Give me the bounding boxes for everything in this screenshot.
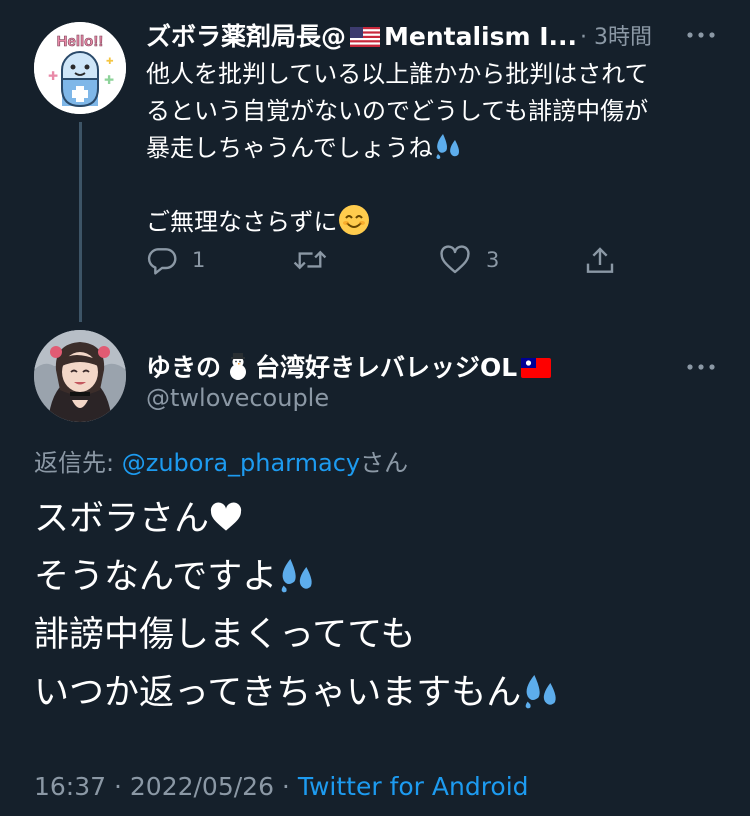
sweat-droplets-icon [525, 675, 556, 709]
avatar-hello-text: Hello!! [57, 33, 104, 50]
pill-mascot-image: Hello!! ✚ ✚ ✚ [34, 22, 126, 114]
replying-to-label: 返信先: [34, 449, 122, 477]
svg-text:✚: ✚ [106, 57, 114, 67]
like-count: 3 [486, 248, 500, 272]
reply-display-name-suffix: 台湾好きレバレッジOL [255, 353, 518, 382]
replying-to: 返信先: @zubora_pharmacyさん [34, 443, 408, 478]
smiling-face-icon [338, 205, 369, 235]
svg-text:✚: ✚ [104, 73, 114, 87]
parent-display-name[interactable]: ズボラ薬剤局長@ Mentalism I... [146, 17, 577, 53]
parent-text-line: 他人を批判している以上誰かから批判はされて [146, 60, 649, 88]
tweet-date[interactable]: 2022/05/26 [130, 772, 274, 801]
parent-tweet-text: 他人を批判している以上誰かから批判はされて るという自覚がないのでどうしても誹謗… [146, 56, 726, 241]
reply-display-name[interactable]: ゆきの 台湾好きレバレッジOL [146, 348, 555, 384]
reply-tweet-text: スボラさん そうなんですよ 誹謗中傷しまくってても いつか返ってきちゃいますもん [34, 490, 734, 722]
reply-text-line-content: スボラさん [34, 499, 210, 539]
parent-text-line: 暴走しちゃうんでしょうね [146, 130, 726, 167]
reply-text-line-content: そうなんですよ [34, 557, 278, 597]
retweet-icon [293, 250, 327, 270]
heart-icon [440, 245, 470, 274]
parent-text-line-content: ご無理なさらずに [146, 208, 338, 236]
replying-to-suffix: さん [360, 449, 409, 477]
parent-display-name-suffix: Mentalism I... [384, 22, 578, 51]
reply-avatar[interactable] [34, 330, 126, 422]
anime-girl-avatar-image [34, 330, 126, 422]
reply-text-line-content: いつか返ってきちゃいますもん [34, 673, 522, 713]
reply-icon [147, 248, 177, 275]
replying-to-mention-link[interactable]: @zubora_pharmacy [122, 449, 360, 477]
parent-more-button[interactable] [686, 20, 716, 44]
share-button[interactable] [584, 244, 616, 278]
more-icon [687, 32, 715, 38]
taiwan-flag-icon [521, 358, 552, 378]
reply-more-button[interactable] [686, 352, 716, 376]
reply-text-line: いつか返ってきちゃいますもん [34, 664, 734, 722]
thread-connector-line [79, 122, 82, 322]
tweet-timestamp-bar: 16:37 · 2022/05/26 · Twitter for Android [34, 772, 529, 801]
parent-text-line: るという自覚がないのでどうしても誹謗中傷が [146, 97, 649, 125]
reply-text-line: 誹謗中傷しまくってても [34, 615, 416, 655]
parent-text-line-content: 暴走しちゃうんでしょうね [146, 134, 433, 162]
reply-button[interactable]: 1 [146, 244, 205, 276]
us-flag-icon [350, 27, 381, 47]
sweat-droplets-icon [281, 559, 312, 593]
like-button[interactable]: 3 [438, 244, 499, 276]
sweat-droplets-icon [436, 134, 459, 159]
reply-handle[interactable]: @twlovecouple [146, 384, 329, 412]
tweet-time[interactable]: 16:37 [34, 772, 106, 801]
retweet-button[interactable] [292, 244, 328, 276]
reply-text-line: スボラさん [34, 490, 734, 548]
parent-avatar[interactable]: Hello!! ✚ ✚ ✚ [34, 22, 126, 114]
parent-time-ago-text: 3時間 [594, 25, 652, 50]
parent-time-ago[interactable]: · 3時間 [580, 19, 652, 51]
parent-action-bar: 1 3 [146, 244, 646, 284]
tweet-source-link[interactable]: Twitter for Android [298, 772, 529, 801]
share-icon [586, 247, 614, 273]
meta-separator: · [106, 772, 130, 801]
reply-display-name-text: ゆきの [146, 353, 222, 382]
more-icon [687, 364, 715, 370]
parent-display-name-text: ズボラ薬剤局長@ [146, 22, 347, 51]
reply-text-line: そうなんですよ [34, 548, 734, 606]
meta-separator: · [273, 772, 298, 801]
white-heart-icon [210, 502, 242, 531]
snowman-icon [230, 353, 247, 380]
parent-text-line: ご無理なさらずに [146, 204, 726, 241]
reply-count: 1 [192, 248, 206, 272]
svg-text:✚: ✚ [48, 69, 58, 83]
